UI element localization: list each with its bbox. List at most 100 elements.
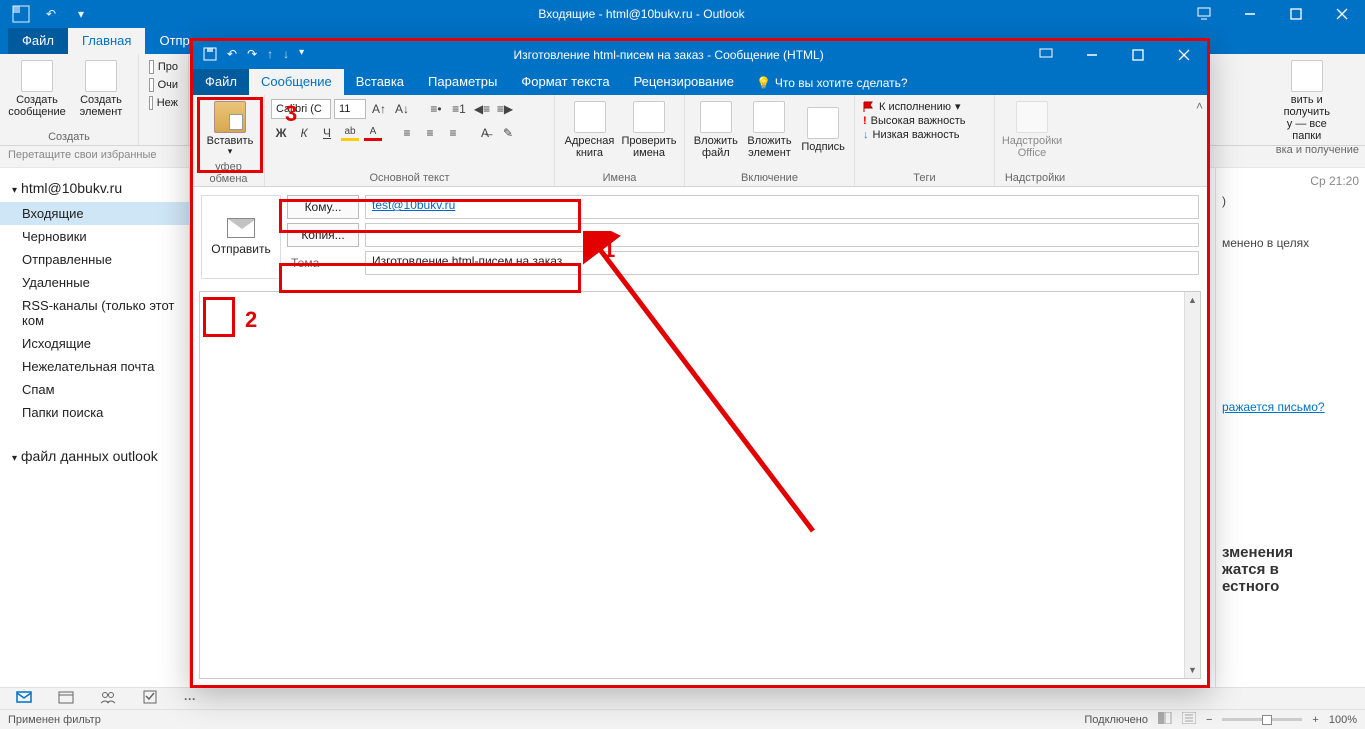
preview-link[interactable]: ражается письмо? (1222, 400, 1325, 414)
zoom-out-button[interactable]: − (1206, 714, 1212, 726)
account-node[interactable]: html@10bukv.ru (0, 174, 189, 202)
folder-search[interactable]: Папки поиска (0, 401, 189, 424)
ignore-button[interactable]: Про (145, 58, 182, 76)
maximize-button[interactable] (1273, 0, 1319, 28)
compose-tab-review[interactable]: Рецензирование (622, 69, 746, 95)
outdent-icon[interactable]: ◀≡ (472, 99, 492, 119)
font-size-combo[interactable]: 11 (334, 99, 366, 119)
to-field[interactable]: test@10bukv.ru (365, 195, 1199, 219)
compose-tab-options[interactable]: Параметры (416, 69, 509, 95)
minimize-button[interactable] (1227, 0, 1273, 28)
nav-more-icon[interactable]: ··· (184, 692, 196, 706)
address-book-button[interactable]: Адресная книга (561, 99, 618, 161)
high-importance-button[interactable]: !Высокая важность (861, 114, 988, 128)
view-normal-icon[interactable] (1158, 712, 1172, 727)
send-button[interactable]: Отправить (201, 195, 281, 279)
save-icon[interactable] (203, 47, 217, 64)
compose-qat-dropdown-icon[interactable]: ▾ (299, 47, 304, 64)
scroll-up-icon[interactable]: ▲ (1185, 292, 1200, 308)
signature-button[interactable]: Подпись (798, 99, 848, 161)
font-name-combo[interactable]: Calibri (С (271, 99, 331, 119)
align-right-icon[interactable]: ≡ (443, 123, 463, 143)
indent-icon[interactable]: ≡▶ (495, 99, 515, 119)
app-icon (10, 3, 32, 25)
folder-rss[interactable]: RSS-каналы (только этот ком (0, 294, 189, 332)
underline-button[interactable]: Ч (317, 123, 337, 143)
highlight-color-button[interactable]: ab (340, 123, 360, 143)
zoom-in-button[interactable]: + (1312, 714, 1318, 726)
nav-tasks-icon[interactable] (142, 690, 158, 707)
folder-inbox[interactable]: Входящие (0, 202, 189, 225)
junk-button[interactable]: Неж (145, 94, 182, 112)
compose-tab-insert[interactable]: Вставка (344, 69, 416, 95)
to-button[interactable]: Кому... (287, 195, 359, 219)
shrink-font-icon[interactable]: A↓ (392, 99, 412, 119)
bullets-icon[interactable]: ≡• (426, 99, 446, 119)
undo-icon[interactable]: ↶ (40, 3, 62, 25)
compose-maximize-button[interactable] (1115, 41, 1161, 69)
numbering-icon[interactable]: ≡1 (449, 99, 469, 119)
paste-button[interactable]: Вставить ▾ (199, 99, 261, 159)
zoom-level: 100% (1329, 714, 1357, 726)
bold-button[interactable]: Ж (271, 123, 291, 143)
align-center-icon[interactable]: ≡ (420, 123, 440, 143)
quick-access-toolbar: ↶ ▾ (0, 3, 102, 25)
align-left-icon[interactable]: ≡ (397, 123, 417, 143)
nav-mail-icon[interactable] (16, 690, 32, 707)
tell-me-field[interactable]: 💡Что вы хотите сделать? (746, 71, 918, 95)
format-painter-icon[interactable]: ✎ (498, 123, 518, 143)
group-addins-label: Надстройки (1001, 170, 1069, 184)
scroll-down-icon[interactable]: ▼ (1185, 662, 1200, 678)
subject-field[interactable]: Изготовление html-писем на заказ (365, 251, 1199, 275)
compose-tab-format[interactable]: Формат текста (509, 69, 621, 95)
folder-drafts[interactable]: Черновики (0, 225, 189, 248)
office-addins-button[interactable]: Надстройки Office (1001, 99, 1063, 161)
collapse-ribbon-icon[interactable]: ˄ (1196, 99, 1203, 113)
send-receive-button[interactable]: вить и получитьу — все папки (1276, 58, 1338, 144)
nav-people-icon[interactable] (100, 690, 116, 707)
tab-home[interactable]: Главная (68, 28, 145, 54)
nav-calendar-icon[interactable] (58, 690, 74, 707)
attach-item-button[interactable]: Вложить элемент (743, 99, 797, 161)
undo-icon[interactable]: ↶ (227, 47, 237, 64)
folder-deleted[interactable]: Удаленные (0, 271, 189, 294)
folder-junk[interactable]: Нежелательная почта (0, 355, 189, 378)
cleanup-button[interactable]: Очи (145, 76, 182, 94)
main-titlebar: ↶ ▾ Входящие - html@10bukv.ru - Outlook (0, 0, 1365, 28)
editor-scrollbar[interactable]: ▲ ▼ (1184, 292, 1200, 678)
cc-field[interactable] (365, 223, 1199, 247)
compose-ribbon-options-icon[interactable] (1023, 41, 1069, 69)
font-color-button[interactable]: A (363, 123, 383, 143)
compose-minimize-button[interactable] (1069, 41, 1115, 69)
low-importance-button[interactable]: ↓Низкая важность (861, 128, 988, 142)
follow-up-button[interactable]: К исполнению ▾ (861, 99, 988, 114)
reading-pane-peek: Ср 21:20 ) менено в целях ражается письм… (1215, 168, 1365, 687)
folder-outbox[interactable]: Исходящие (0, 332, 189, 355)
tab-file[interactable]: Файл (8, 28, 68, 54)
qat-dropdown-icon[interactable]: ▾ (70, 3, 92, 25)
zoom-slider[interactable] (1222, 718, 1302, 721)
message-body-editor[interactable]: ▲ ▼ (199, 291, 1201, 679)
folder-sent[interactable]: Отправленные (0, 248, 189, 271)
new-item-button[interactable]: Создать элемент (70, 58, 132, 120)
data-file-node[interactable]: файл данных outlook (0, 442, 189, 470)
prev-item-icon[interactable]: ↑ (267, 47, 273, 64)
compose-tab-message[interactable]: Сообщение (249, 69, 344, 95)
compose-close-button[interactable] (1161, 41, 1207, 69)
new-mail-button[interactable]: Создать сообщение (6, 58, 68, 120)
cc-button[interactable]: Копия... (287, 223, 359, 247)
grow-font-icon[interactable]: A↑ (369, 99, 389, 119)
close-button[interactable] (1319, 0, 1365, 28)
group-sendreceive-label: вка и получение (1276, 144, 1359, 156)
italic-button[interactable]: К (294, 123, 314, 143)
preview-date: Ср 21:20 (1222, 174, 1359, 188)
check-names-button[interactable]: Проверить имена (620, 99, 678, 161)
redo-icon[interactable]: ↷ (247, 47, 257, 64)
clear-format-icon[interactable]: A̶ (475, 123, 495, 143)
ribbon-options-icon[interactable] (1181, 0, 1227, 28)
next-item-icon[interactable]: ↓ (283, 47, 289, 64)
folder-spam[interactable]: Спам (0, 378, 189, 401)
view-reading-icon[interactable] (1182, 712, 1196, 727)
compose-tab-file[interactable]: Файл (193, 69, 249, 95)
attach-file-button[interactable]: Вложить файл (691, 99, 741, 161)
